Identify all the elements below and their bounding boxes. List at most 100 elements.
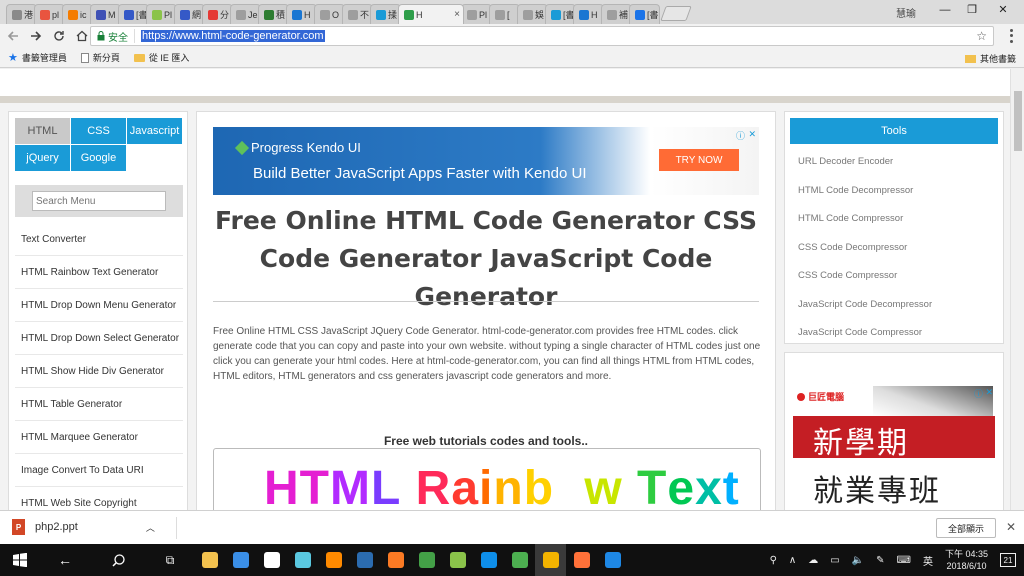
menu-item[interactable]: HTML Drop Down Menu Generator [15,289,183,322]
tab-jquery[interactable]: jQuery [15,145,71,172]
reload-button[interactable] [49,26,69,46]
xampp-app-icon[interactable] [380,544,411,576]
url-text[interactable]: https://www.html-code-generator.com [141,30,325,42]
chrome-active-app-icon[interactable] [535,544,566,576]
browser-tab[interactable]: ic [62,4,93,24]
keyboard-icon[interactable]: ⌨ [897,555,911,566]
browser-tab[interactable]: Pl [146,4,177,24]
menu-item[interactable]: HTML Web Site Copyright Generator [15,487,183,510]
browser-tab[interactable]: pl [34,4,65,24]
ad-close-icon[interactable]: ✕ [748,129,756,140]
download-item[interactable]: P php2.ppt ︿ [12,519,155,535]
back-taskbar-icon[interactable]: ← [40,544,90,576]
tab-google[interactable]: Google [71,145,127,172]
clock[interactable]: 下午 04:35 2018/6/10 [945,548,988,572]
search-menu-input[interactable] [32,191,166,211]
ad-info-icon[interactable]: ⓘ [736,129,745,142]
teamviewer-app-icon[interactable] [473,544,504,576]
notepad-app-icon[interactable] [287,544,318,576]
paint-app-icon[interactable] [318,544,349,576]
game-app-icon[interactable] [411,544,442,576]
close-window-button[interactable]: ✕ [996,3,1010,17]
browser-tab[interactable]: H [286,4,317,24]
tool-link[interactable]: JavaScript Code Compressor [798,319,998,348]
google-app-icon[interactable] [256,544,287,576]
maximize-button[interactable]: ❐ [965,3,979,17]
browser-tab[interactable]: M [90,4,121,24]
browser-tab[interactable]: H [573,4,604,24]
browser-tab[interactable]: [書 [629,4,660,24]
task-view-icon[interactable]: ⧉ [146,544,194,576]
bookmark-new-tab[interactable]: 新分頁 [80,51,120,64]
volume-icon[interactable]: 🔈 [852,555,864,566]
ime-indicator[interactable]: 英 [923,553,933,568]
browser-tab[interactable]: 揉 [370,4,401,24]
browser-tab[interactable]: 補 [601,4,632,24]
browser-tab[interactable]: Pl [461,4,492,24]
browser-tab[interactable]: H × [398,4,464,24]
tool-link[interactable]: HTML Code Decompressor [798,177,998,206]
browser-tab[interactable]: Je [230,4,261,24]
forward-button[interactable] [26,26,46,46]
try-now-button[interactable]: TRY NOW [659,149,739,171]
browser-tab[interactable]: 分 [202,4,233,24]
network-icon[interactable]: ▭ [830,555,839,566]
kendo-ad-banner[interactable]: Progress Kendo UI Build Better JavaScrip… [213,127,759,195]
notepadpp-app-icon[interactable] [442,544,473,576]
menu-item[interactable]: HTML Show Hide Div Generator [15,355,183,388]
school-ad-banner[interactable]: 巨匠電腦 ⓘ ✕ 新學期 就業專班 [793,386,995,510]
virtualbox-app-icon[interactable] [349,544,380,576]
firefox-app-icon[interactable] [566,544,597,576]
browser-tab[interactable]: O [314,4,345,24]
tab-close-icon[interactable]: × [454,9,460,20]
tab-javascript[interactable]: Javascript [127,118,183,145]
bookmark-manager[interactable]: ★ 書籤管理員 [8,51,67,64]
ad-info-icon[interactable]: ⓘ [974,387,983,400]
rainbow-text-banner[interactable]: HTML Rainbow Text [213,448,761,510]
browser-tab[interactable]: [書 [545,4,576,24]
scrollbar-thumb[interactable] [1014,91,1022,151]
minimize-button[interactable]: — [938,3,952,17]
browser-tab[interactable]: 網 [174,4,205,24]
tool-link[interactable]: CSS Code Compressor [798,262,998,291]
start-button[interactable] [0,544,40,576]
secure-indicator[interactable]: 安全 [97,29,135,44]
menu-item[interactable]: HTML Table Generator [15,388,183,421]
browser-tab[interactable]: 不 [342,4,373,24]
menu-item[interactable]: HTML Drop Down Select Generator [15,322,183,355]
browser-tab[interactable]: [ [489,4,520,24]
bookmark-import-ie[interactable]: 從 IE 匯入 [133,51,189,64]
menu-item[interactable]: Text Converter [15,223,183,256]
menu-item[interactable]: HTML Rainbow Text Generator [15,256,183,289]
ad-close-icon[interactable]: ✕ [985,387,993,398]
browser-tab[interactable]: 港 [6,4,37,24]
chevron-up-icon[interactable]: ∧ [789,555,796,566]
browser-tab[interactable]: [書 [118,4,149,24]
back-button[interactable] [3,26,23,46]
browser-tab[interactable]: 積 [258,4,289,24]
show-all-downloads-button[interactable]: 全部顯示 [936,518,996,538]
close-shelf-icon[interactable]: ✕ [1006,520,1016,534]
address-bar[interactable]: 安全 https://www.html-code-generator.com ☆ [90,26,994,46]
chevron-up-icon[interactable]: ︿ [146,521,155,534]
notification-center-button[interactable]: 21 [1000,553,1016,567]
tool-link[interactable]: HTML Code Compressor [798,205,998,234]
search-icon[interactable] [90,544,146,576]
tool-link[interactable]: CSS Code Decompressor [798,234,998,263]
people-icon[interactable]: ⚲ [770,555,777,566]
new-tab-button[interactable] [660,6,692,21]
home-button[interactable] [72,26,92,46]
menu-item[interactable]: HTML Marquee Generator [15,421,183,454]
profile-button[interactable]: 慧瑜 [896,5,916,20]
other-bookmarks[interactable]: 其他書籤 [964,52,1016,65]
pen-icon[interactable]: ✎ [876,555,884,566]
camera-app-icon[interactable] [225,544,256,576]
tab-css[interactable]: CSS [71,118,127,145]
file-explorer-icon[interactable] [194,544,225,576]
page-scrollbar[interactable] [1010,69,1024,510]
browser-menu-button[interactable] [1004,28,1018,44]
tab-html[interactable]: HTML [15,118,71,145]
tool-link[interactable]: URL Decoder Encoder [798,148,998,177]
menu-item[interactable]: Image Convert To Data URI [15,454,183,487]
edge-app-icon[interactable] [597,544,628,576]
